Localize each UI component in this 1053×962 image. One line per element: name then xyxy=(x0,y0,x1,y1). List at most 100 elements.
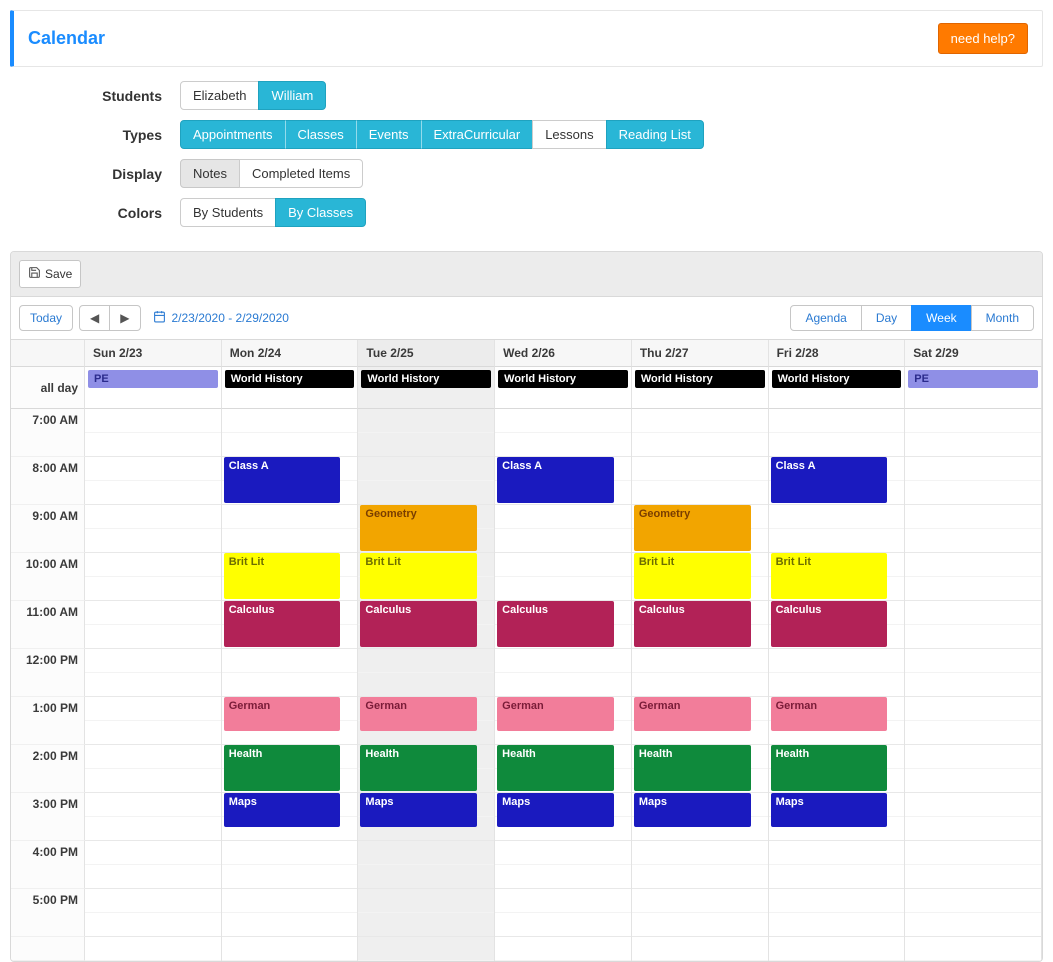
now-marker-icon xyxy=(10,553,11,563)
event-maps[interactable]: Maps xyxy=(497,793,614,827)
types-pill-reading-list[interactable]: Reading List xyxy=(606,120,704,149)
time-label-2-00-pm: 2:00 PM xyxy=(11,745,85,793)
event-maps[interactable]: Maps xyxy=(634,793,751,827)
day-header-1[interactable]: Mon 2/24 xyxy=(222,340,359,367)
event-maps[interactable]: Maps xyxy=(224,793,341,827)
help-button[interactable]: need help? xyxy=(938,23,1028,54)
event-brit-lit[interactable]: Brit Lit xyxy=(360,553,477,599)
event-brit-lit[interactable]: Brit Lit xyxy=(224,553,341,599)
save-button[interactable]: Save xyxy=(19,260,81,288)
time-label-1-00-pm: 1:00 PM xyxy=(11,697,85,745)
save-label: Save xyxy=(45,267,72,281)
save-icon xyxy=(28,266,41,282)
types-pill-extracurricular[interactable]: ExtraCurricular xyxy=(421,120,534,149)
allday-cell-5[interactable]: World History xyxy=(769,367,906,409)
students-pill-william[interactable]: William xyxy=(258,81,326,110)
event-calculus[interactable]: Calculus xyxy=(224,601,341,647)
view-day[interactable]: Day xyxy=(861,305,912,331)
allday-cell-4[interactable]: World History xyxy=(632,367,769,409)
event-geometry[interactable]: Geometry xyxy=(634,505,751,551)
allday-event-world-history[interactable]: World History xyxy=(772,370,902,388)
allday-cell-6[interactable]: PE xyxy=(905,367,1042,409)
time-label-11-00-am: 11:00 AM xyxy=(11,601,85,649)
event-brit-lit[interactable]: Brit Lit xyxy=(634,553,751,599)
event-class-a[interactable]: Class A xyxy=(497,457,614,503)
event-geometry[interactable]: Geometry xyxy=(360,505,477,551)
view-week[interactable]: Week xyxy=(911,305,971,331)
event-brit-lit[interactable]: Brit Lit xyxy=(771,553,888,599)
time-label-4-00-pm: 4:00 PM xyxy=(11,841,85,889)
types-pill-appointments[interactable]: Appointments xyxy=(180,120,286,149)
event-calculus[interactable]: Calculus xyxy=(360,601,477,647)
allday-label: all day xyxy=(11,367,85,409)
event-health[interactable]: Health xyxy=(497,745,614,791)
date-range[interactable]: 2/23/2020 - 2/29/2020 xyxy=(153,310,289,326)
allday-event-world-history[interactable]: World History xyxy=(635,370,765,388)
next-button[interactable]: ▶ xyxy=(109,305,140,331)
display-pill-completed-items[interactable]: Completed Items xyxy=(239,159,363,188)
time-gutter-header xyxy=(11,340,85,367)
day-header-5[interactable]: Fri 2/28 xyxy=(769,340,906,367)
event-german[interactable]: German xyxy=(497,697,614,731)
allday-cell-3[interactable]: World History xyxy=(495,367,632,409)
date-range-text: 2/23/2020 - 2/29/2020 xyxy=(172,311,289,325)
today-button[interactable]: Today xyxy=(19,305,73,331)
types-pill-events[interactable]: Events xyxy=(356,120,422,149)
event-german[interactable]: German xyxy=(224,697,341,731)
event-class-a[interactable]: Class A xyxy=(771,457,888,503)
colors-pill-by-students[interactable]: By Students xyxy=(180,198,276,227)
allday-event-world-history[interactable]: World History xyxy=(498,370,628,388)
time-label-7-00-am: 7:00 AM xyxy=(11,409,85,457)
day-column-5[interactable]: Class A Brit LitCalculus German HealthMaps xyxy=(769,409,906,961)
students-pill-elizabeth[interactable]: Elizabeth xyxy=(180,81,259,110)
calendar-toolbar: Save xyxy=(11,252,1042,297)
event-maps[interactable]: Maps xyxy=(360,793,477,827)
time-label-3-00-pm: 3:00 PM xyxy=(11,793,85,841)
day-header-2[interactable]: Tue 2/25 xyxy=(358,340,495,367)
event-german[interactable]: German xyxy=(360,697,477,731)
day-column-2[interactable]: GeometryBrit LitCalculus German HealthMaps xyxy=(358,409,495,961)
view-month[interactable]: Month xyxy=(971,305,1034,331)
event-calculus[interactable]: Calculus xyxy=(497,601,614,647)
day-column-6[interactable] xyxy=(905,409,1042,961)
allday-cell-2[interactable]: World History xyxy=(358,367,495,409)
event-maps[interactable]: Maps xyxy=(771,793,888,827)
filter-row-students: Students ElizabethWilliam xyxy=(10,81,1043,110)
day-column-1[interactable]: Class A Brit LitCalculus German HealthMaps xyxy=(222,409,359,961)
day-header-3[interactable]: Wed 2/26 xyxy=(495,340,632,367)
prev-button[interactable]: ◀ xyxy=(79,305,110,331)
day-header-6[interactable]: Sat 2/29 xyxy=(905,340,1042,367)
types-pill-classes[interactable]: Classes xyxy=(285,120,357,149)
calendar-navbar: Today ◀ ▶ 2/23/2020 - 2/29/2020 AgendaDa… xyxy=(11,297,1042,340)
filter-row-colors: Colors By StudentsBy Classes xyxy=(10,198,1043,227)
event-health[interactable]: Health xyxy=(634,745,751,791)
filter-label-students: Students xyxy=(10,88,180,104)
event-german[interactable]: German xyxy=(634,697,751,731)
allday-cell-0[interactable]: PE xyxy=(85,367,222,409)
day-column-0[interactable] xyxy=(85,409,222,961)
display-pill-notes[interactable]: Notes xyxy=(180,159,240,188)
view-agenda[interactable]: Agenda xyxy=(790,305,861,331)
day-header-4[interactable]: Thu 2/27 xyxy=(632,340,769,367)
allday-event-pe[interactable]: PE xyxy=(908,370,1038,388)
event-german[interactable]: German xyxy=(771,697,888,731)
event-calculus[interactable]: Calculus xyxy=(771,601,888,647)
time-label-5-00-pm: 5:00 PM xyxy=(11,889,85,937)
allday-event-pe[interactable]: PE xyxy=(88,370,218,388)
day-column-4[interactable]: GeometryBrit LitCalculus German HealthMaps xyxy=(632,409,769,961)
types-pill-lessons[interactable]: Lessons xyxy=(532,120,606,149)
calendar-picker-icon xyxy=(153,310,166,326)
allday-event-world-history[interactable]: World History xyxy=(361,370,491,388)
colors-pill-by-classes[interactable]: By Classes xyxy=(275,198,366,227)
event-class-a[interactable]: Class A xyxy=(224,457,341,503)
day-header-0[interactable]: Sun 2/23 xyxy=(85,340,222,367)
event-health[interactable]: Health xyxy=(360,745,477,791)
day-column-3[interactable]: Class A Calculus German HealthMaps xyxy=(495,409,632,961)
event-calculus[interactable]: Calculus xyxy=(634,601,751,647)
allday-event-world-history[interactable]: World History xyxy=(225,370,355,388)
allday-cell-1[interactable]: World History xyxy=(222,367,359,409)
filter-label-colors: Colors xyxy=(10,205,180,221)
event-health[interactable]: Health xyxy=(771,745,888,791)
event-health[interactable]: Health xyxy=(224,745,341,791)
filter-label-display: Display xyxy=(10,166,180,182)
